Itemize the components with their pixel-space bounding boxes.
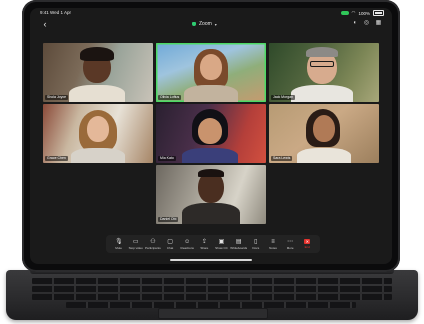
control-label: More <box>286 245 294 250</box>
end-meeting-button[interactable]: ✕ End <box>300 239 314 249</box>
participant-hair <box>306 47 338 57</box>
participant-face <box>200 54 222 80</box>
participant-name: Jack Morgan <box>271 95 296 100</box>
trackpad <box>158 308 268 319</box>
grid-icon[interactable]: ▦ <box>375 20 382 27</box>
date-text: Wed 1 Apr <box>50 10 71 15</box>
docs-icon: ▯ <box>254 238 258 245</box>
video-tile[interactable]: Grace Chen <box>43 104 153 163</box>
camera-switch-icon[interactable]: ◎ <box>363 20 370 27</box>
time-text: 9:41 <box>40 10 49 15</box>
participant-hair <box>198 169 224 177</box>
show-cc-button[interactable]: ▣ Show CC <box>215 239 229 250</box>
chevron-down-icon: ▾ <box>214 21 217 27</box>
more-icon: ⋯ <box>287 238 294 245</box>
chevron-left-icon[interactable]: ‹ <box>40 19 50 29</box>
mute-button[interactable]: 🎙︎ Mute <box>112 239 126 250</box>
key-row <box>32 278 392 284</box>
header-actions: ◖ ◎ ▦ <box>351 20 382 27</box>
stop-video-button[interactable]: ▭ Stop video <box>129 239 143 250</box>
chat-button[interactable]: ▢ Chat <box>163 239 177 250</box>
participant-shirt <box>291 85 353 102</box>
video-tile[interactable]: Shola Joyce <box>43 43 153 102</box>
video-tile[interactable]: Jack Morgan <box>269 43 379 102</box>
key-row <box>32 294 392 300</box>
meeting-header: ‹ Zoom ▾ ◖ ◎ ▦ <box>30 18 392 32</box>
end-call-icon: ✕ <box>304 239 311 244</box>
battery-icon <box>373 10 384 16</box>
control-label: Chat <box>166 245 174 250</box>
zoom-meeting-screen: 9:41 Wed 1 Apr ◠ 100% ‹ Zoom ▾ ◖ ◎ ▦ Sho… <box>30 8 392 264</box>
battery-percent: 100% <box>358 10 370 16</box>
participant-name: Olivia Loftus <box>158 95 182 100</box>
participants-icon: ⚇ <box>150 238 156 245</box>
control-label: Whiteboards <box>230 245 248 250</box>
video-tile-active-speaker[interactable]: Olivia Loftus <box>156 43 266 102</box>
wifi-icon: ◠ <box>351 10 356 15</box>
share-icon: ⇪ <box>201 238 207 245</box>
participant-shirt <box>182 148 238 163</box>
video-tile[interactable]: Mia Kato <box>156 104 266 163</box>
control-label: Notes <box>269 245 277 250</box>
reactions-button[interactable]: ☺ Reactions <box>180 239 194 250</box>
meeting-controls-bar: 🎙︎ Mute ▭ Stop video ⚇ Participants ▢ Ch… <box>106 235 320 253</box>
camera-in-use-indicator <box>340 11 349 15</box>
control-label: Mute <box>115 245 122 250</box>
participant-jacket <box>182 203 240 224</box>
control-label: Reactions <box>180 245 194 250</box>
participant-shirt <box>184 85 238 102</box>
participants-button[interactable]: ⚇ Participants <box>145 238 161 250</box>
participant-face <box>198 118 222 144</box>
participant-name: Grace Chen <box>45 156 68 161</box>
control-label: Participants <box>145 245 161 250</box>
participant-name: Sara Lewis <box>271 156 293 161</box>
participant-shirt <box>297 148 351 163</box>
captions-icon: ▣ <box>218 238 225 245</box>
participant-name: Mia Kato <box>158 156 176 161</box>
participant-shirt <box>71 148 125 163</box>
speaker-icon[interactable]: ◖ <box>351 20 358 27</box>
status-time: 9:41 Wed 1 Apr <box>40 10 71 15</box>
video-tile[interactable]: Daniel Obi <box>156 165 266 224</box>
control-label: Show CC <box>215 245 228 250</box>
status-bar: 9:41 Wed 1 Apr ◠ 100% <box>30 8 392 18</box>
device-stage: 9:41 Wed 1 Apr ◠ 100% ‹ Zoom ▾ ◖ ◎ ▦ Sho… <box>0 0 424 324</box>
video-camera-icon: ▭ <box>132 238 139 245</box>
meeting-title-text: Zoom <box>199 21 212 27</box>
share-button[interactable]: ⇪ Share <box>197 239 211 250</box>
participant-name: Daniel Obi <box>158 217 179 222</box>
meeting-title[interactable]: Zoom ▾ <box>192 21 217 27</box>
control-label: Docs <box>252 245 260 250</box>
chat-icon: ▢ <box>167 238 173 245</box>
notes-icon: ≡ <box>271 238 275 245</box>
participant-face <box>313 115 335 142</box>
control-label: End <box>304 245 310 249</box>
control-label: Stop video <box>128 245 143 250</box>
more-button[interactable]: ⋯ More <box>283 239 297 250</box>
shield-icon <box>192 22 196 26</box>
notes-button[interactable]: ≡ Notes <box>266 239 280 250</box>
whiteboard-icon: ▤ <box>235 238 242 245</box>
participant-shirt <box>69 85 125 102</box>
key-row <box>32 286 392 292</box>
home-indicator[interactable] <box>170 259 252 261</box>
participant-hair <box>80 47 114 61</box>
video-tile[interactable]: Sara Lewis <box>269 104 379 163</box>
control-label: Share <box>200 245 209 250</box>
magic-keyboard <box>6 270 418 320</box>
participant-name: Shola Joyce <box>45 95 69 100</box>
whiteboards-button[interactable]: ▤ Whiteboards <box>230 238 248 250</box>
microphone-icon: 🎙︎ <box>115 238 123 245</box>
reactions-icon: ☺ <box>184 238 191 245</box>
participant-face <box>87 116 109 142</box>
eyeglasses <box>310 61 334 67</box>
status-right: ◠ 100% <box>340 10 384 16</box>
docs-button[interactable]: ▯ Docs <box>249 239 263 250</box>
